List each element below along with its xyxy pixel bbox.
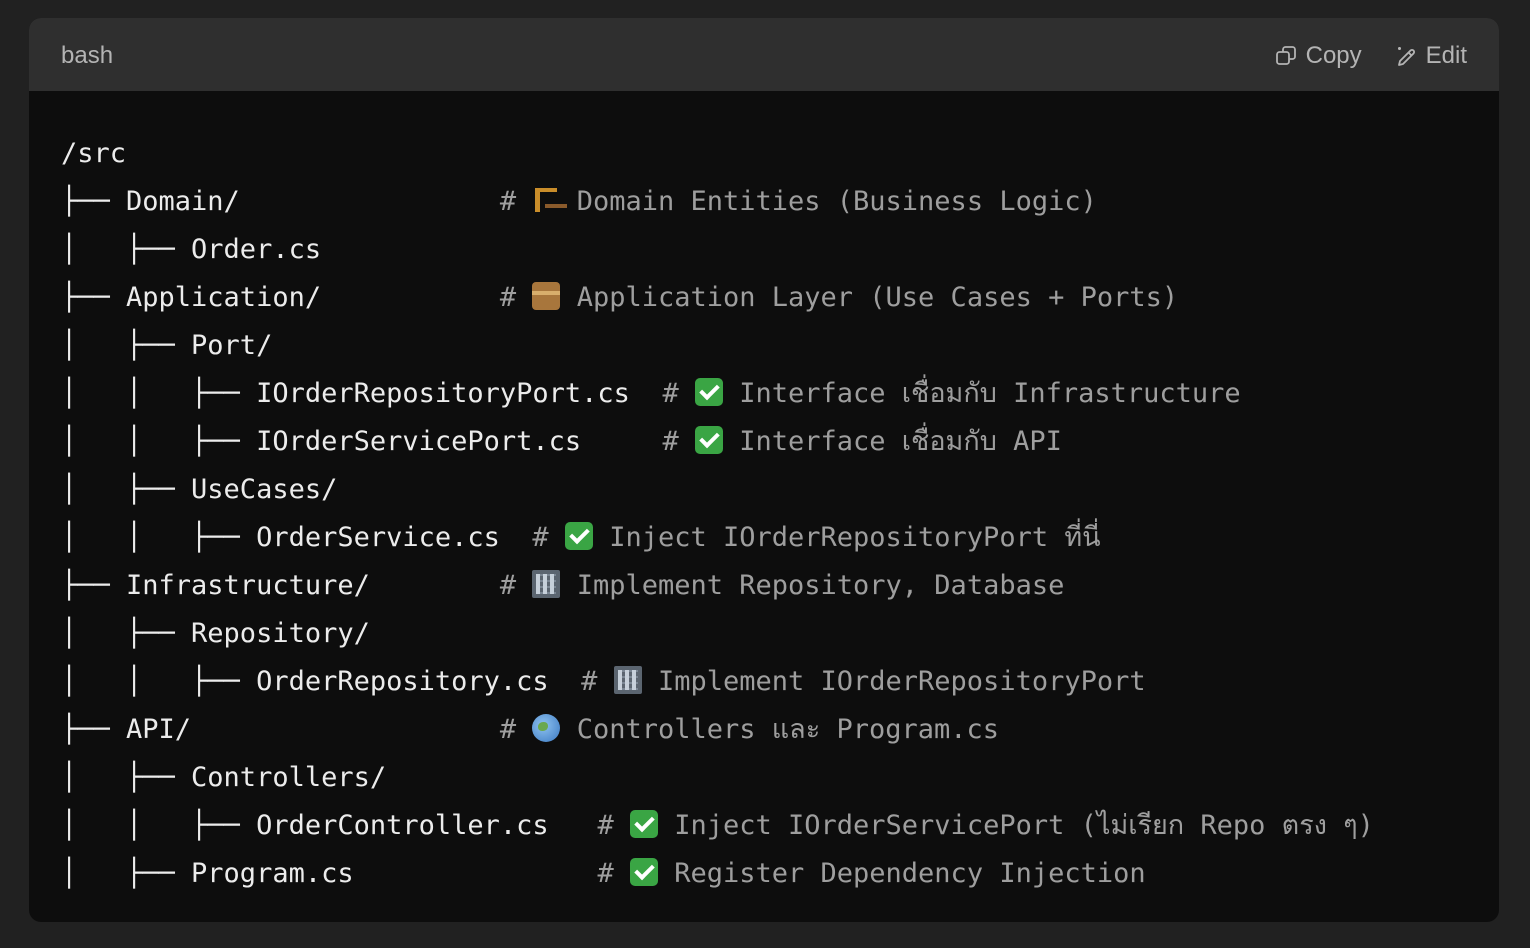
code-text: │ ├── Order.cs (61, 234, 322, 265)
code-comment: Domain Entities (Business Logic) (576, 186, 1097, 217)
code-text: │ │ ├── OrderService.cs # (61, 522, 565, 553)
code-text: /src (61, 138, 127, 169)
check-mark-icon (694, 378, 723, 406)
code-comment: Controllers และ Program.cs (576, 714, 1000, 745)
copy-icon (1275, 45, 1297, 67)
code-line: │ ├── UseCases/ (61, 466, 1374, 514)
code-comment: Interface เชื่อมกับ API (739, 426, 1062, 457)
code-line: │ │ ├── OrderService.cs # Inject IOrderR… (61, 514, 1374, 562)
check-mark-icon (694, 426, 723, 454)
office-building-icon (532, 570, 561, 598)
code-line: │ │ ├── OrderController.cs # Inject IOrd… (61, 802, 1374, 850)
code-line: ├── API/ # Controllers และ Program.cs (61, 706, 1374, 754)
code-comment: Implement IOrderRepositoryPort (657, 666, 1146, 697)
code-line: ├── Application/ # Application Layer (Us… (61, 274, 1374, 322)
code-text: │ │ ├── IOrderServicePort.cs # (61, 426, 695, 457)
globe-icon (532, 714, 561, 742)
office-building-icon (613, 666, 642, 694)
code-line: /src (61, 130, 1374, 178)
code-line: │ ├── Controllers/ (61, 754, 1374, 802)
code-text: ├── Domain/ # (61, 186, 533, 217)
comment-marker: # (597, 810, 630, 841)
comment-marker: # (499, 282, 533, 313)
code-text: │ │ ├── OrderController.cs # (61, 810, 630, 841)
language-label: bash (61, 42, 114, 69)
code-text: │ ├── Repository/ (61, 618, 370, 649)
code-line: │ ├── Repository/ (61, 610, 1374, 658)
code-actions: Copy Edit (1275, 18, 1467, 93)
code-text: │ ├── UseCases/ (61, 474, 338, 505)
copy-label: Copy (1305, 41, 1362, 69)
code-line: │ ├── Program.cs # Register Dependency I… (61, 850, 1374, 898)
code-text: │ ├── Controllers/ (61, 762, 387, 793)
code-comment: Inject IOrderRepositoryPort ที่นี่ (609, 522, 1101, 553)
check-mark-icon (629, 858, 658, 886)
code-text: │ │ ├── IOrderRepositoryPort.cs # (61, 378, 695, 409)
code-text: │ │ ├── OrderRepository.cs # (61, 666, 614, 697)
code-line: │ │ ├── IOrderServicePort.cs # Interface… (61, 418, 1374, 466)
code-text: ├── Infrastructure/ # (61, 570, 533, 601)
building-construction-icon (532, 186, 560, 214)
edit-button[interactable]: Edit (1395, 42, 1467, 70)
code-line: │ │ ├── IOrderRepositoryPort.cs # Interf… (61, 370, 1374, 418)
check-mark-icon (629, 810, 658, 838)
edit-pencil-icon (1395, 45, 1417, 67)
code-text: ├── Application/ # (61, 282, 533, 313)
code-block-header: bash Copy Edit (29, 18, 1499, 91)
package-icon (532, 282, 561, 310)
copy-button[interactable]: Copy (1275, 42, 1362, 70)
comment-marker: # (597, 858, 630, 889)
comment-marker: # (662, 426, 695, 457)
code-text: │ ├── Program.cs # (61, 858, 630, 889)
code-comment: Inject IOrderServicePort (ไม่เรียก Repo … (674, 810, 1374, 841)
code-comment: Application Layer (Use Cases + Ports) (576, 282, 1179, 313)
edit-label: Edit (1425, 41, 1467, 69)
code-text: ├── API/ # (61, 714, 533, 745)
code-comment: Implement Repository, Database (576, 570, 1065, 601)
code-text: │ ├── Port/ (61, 330, 273, 361)
comment-marker: # (532, 522, 565, 553)
code-line: │ │ ├── OrderRepository.cs # Implement I… (61, 658, 1374, 706)
code-content: /src ├── Domain/ # Domain Entities (Busin… (61, 130, 1374, 898)
comment-marker: # (662, 378, 695, 409)
code-line: ├── Infrastructure/ # Implement Reposito… (61, 562, 1374, 610)
comment-marker: # (499, 186, 533, 217)
code-line: │ ├── Order.cs (61, 226, 1374, 274)
check-mark-icon (564, 522, 593, 550)
comment-marker: # (581, 666, 614, 697)
code-block: bash Copy Edit /src ├── Domain/ # Domain… (29, 18, 1499, 922)
code-line: ├── Domain/ # Domain Entities (Business … (61, 178, 1374, 226)
comment-marker: # (499, 714, 533, 745)
comment-marker: # (499, 570, 533, 601)
code-comment: Register Dependency Injection (674, 858, 1146, 889)
code-comment: Interface เชื่อมกับ Infrastructure (739, 378, 1241, 409)
code-line: │ ├── Port/ (61, 322, 1374, 370)
